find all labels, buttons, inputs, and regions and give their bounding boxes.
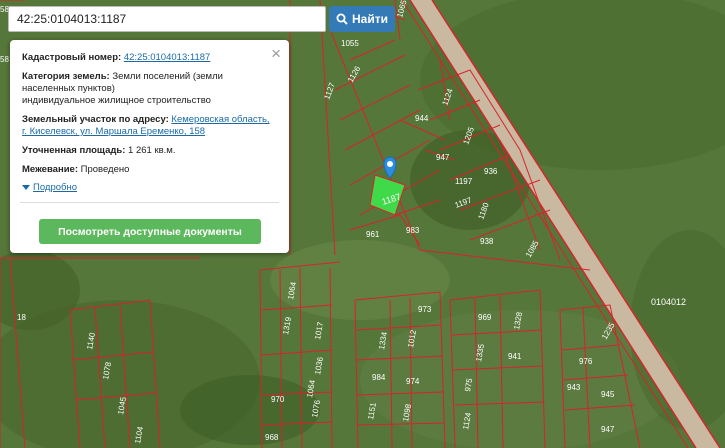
quarter-label: 0104012 — [651, 297, 686, 307]
parcel-number-label: 947 — [436, 153, 450, 162]
parcel-number-label: 970 — [271, 395, 285, 404]
search-button[interactable]: Найти — [329, 6, 395, 32]
category-label: Категория земель: — [22, 71, 110, 82]
search-button-label: Найти — [352, 12, 388, 26]
parcel-number-label: 976 — [579, 357, 593, 366]
usage-value: индивидуальное жилищное строительство — [22, 95, 211, 106]
parcel-number-label: 968 — [265, 433, 279, 442]
parcel-number-label: 961 — [366, 230, 380, 239]
address-label: Земельный участок по адресу: — [22, 114, 169, 125]
parcel-number-label: 18 — [17, 313, 26, 322]
parcel-number-label: 973 — [418, 305, 432, 314]
more-details-link[interactable]: Подробно — [22, 182, 277, 193]
chevron-down-icon — [22, 185, 30, 190]
area-value: 1 261 кв.м. — [128, 145, 176, 156]
parcel-number-label: 943 — [567, 383, 581, 392]
divider — [20, 202, 279, 203]
parcel-number-label: 1197 — [455, 177, 473, 186]
area-row: Уточненная площадь: 1 261 кв.м. — [22, 145, 277, 157]
parcel-number-label: 983 — [406, 226, 420, 235]
parcel-number-label: 936 — [484, 167, 498, 176]
cadastral-link[interactable]: 42:25:0104013:1187 — [124, 52, 210, 63]
parcel-number-label: 969 — [478, 313, 492, 322]
search-icon — [336, 13, 348, 25]
address-row: Земельный участок по адресу: Кемеровская… — [22, 114, 277, 138]
parcel-number-label: 944 — [415, 114, 429, 123]
survey-label: Межевание: — [22, 164, 78, 175]
parcel-number-label: 945 — [601, 390, 615, 399]
parcel-number-label: 984 — [372, 373, 386, 382]
survey-value: Проведено — [80, 164, 130, 175]
cadastral-label: Кадастровый номер: — [22, 52, 122, 63]
edge-label: 58 — [0, 55, 9, 64]
parcel-number-label: 941 — [508, 352, 522, 361]
parcel-info-panel: × Кадастровый номер: 42:25:0104013:1187 … — [10, 40, 289, 253]
close-icon[interactable]: × — [271, 45, 281, 62]
parcel-number-label: 947 — [601, 425, 615, 434]
parcel-number-label: 938 — [480, 237, 494, 246]
view-documents-button[interactable]: Посмотреть доступные документы — [39, 219, 261, 244]
area-label: Уточненная площадь: — [22, 145, 126, 156]
more-details-label: Подробно — [33, 182, 77, 193]
survey-row: Межевание: Проведено — [22, 164, 277, 176]
category-row: Категория земель: Земли поселений (земли… — [22, 71, 277, 107]
parcel-number-label: 974 — [406, 377, 420, 386]
search-input[interactable]: 42:25:0104013:1187 — [8, 6, 326, 32]
cadastral-row: Кадастровый номер: 42:25:0104013:1187 — [22, 52, 277, 64]
parcel-number-label: 1055 — [341, 39, 359, 48]
